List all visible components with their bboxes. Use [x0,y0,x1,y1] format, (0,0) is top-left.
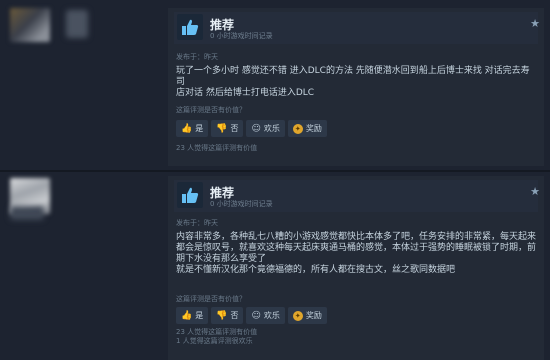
review-1: 推荐 0 小时游戏时间记录 ★ 发布于：昨天 玩了一个多小时 感觉还不错 进入D… [0,0,550,170]
funny-count: 1 人觉得这篇评测很欢乐 [176,337,253,345]
reviewer-profile[interactable] [10,178,160,220]
vote-yes-button[interactable]: 👍 是 [176,307,209,324]
vote-yes-button[interactable]: 👍 是 [176,120,209,137]
review-card: 推荐 0 小时游戏时间记录 ★ 发布于：昨天 内容非常多，各种乱七八糟的小游戏感… [168,176,544,360]
reviewer-name[interactable] [66,10,88,38]
award-label: 奖励 [305,311,322,320]
review-line: 玩了一个多小时 感觉还不错 进入DLC的方法 先随便潜水回到船上后博士来找 对话… [176,66,530,87]
thumbs-up-icon [177,182,203,208]
review-2: 推荐 0 小时游戏时间记录 ★ 发布于：昨天 内容非常多，各种乱七八糟的小游戏感… [0,172,550,360]
review-line: 店对话 然后给博士打电话进入DLC [176,88,315,98]
smiley-icon: ☺ [251,123,261,134]
reviewer-profile[interactable] [10,8,160,48]
review-line: 都会是惊叹号，就喜欢这种每天起床爽通马桶的感觉，本体过于强势的睡眠被锁了时期，前 [176,243,537,253]
hours-played: 0 小时游戏时间记录 [210,200,273,208]
vote-no-button[interactable]: 👎 否 [211,120,244,137]
smiley-icon: ☺ [251,310,261,321]
vote-buttons: 👍 是 👎 否 ☺ 欢乐 ✦ 奖励 [176,120,327,137]
thumbs-down-icon: 👎 [216,123,228,134]
thumbs-down-icon: 👎 [216,310,228,321]
award-button[interactable]: ✦ 奖励 [287,307,327,324]
helpful-count: 23 人觉得这篇评测有价值 [176,328,258,336]
star-icon[interactable]: ★ [530,17,540,30]
helpful-question: 这篇评测是否有价值？ [176,295,246,303]
award-button[interactable]: ✦ 奖励 [287,120,327,137]
vote-funny-button[interactable]: ☺ 欢乐 [246,307,285,324]
star-icon[interactable]: ★ [530,185,540,198]
reviewer-name[interactable] [10,206,44,220]
helpful-count: 23 人觉得这篇评测有价值 [176,144,258,152]
recommendation-header: 推荐 0 小时游戏时间记录 [174,180,538,212]
award-icon: ✦ [292,310,303,321]
vote-buttons: 👍 是 👎 否 ☺ 欢乐 ✦ 奖励 [176,307,327,324]
avatar[interactable] [10,8,50,42]
review-body: 玩了一个多小时 感觉还不错 进入DLC的方法 先随便潜水回到船上后博士来找 对话… [176,66,536,99]
vote-no-label: 否 [230,124,239,133]
thumbs-up-icon: 👍 [181,310,193,321]
award-icon: ✦ [292,123,303,134]
award-label: 奖励 [305,124,322,133]
thumbs-up-icon: 👍 [181,123,193,134]
review-line: 期下水没有那么享受了 [176,254,267,264]
posted-date: 发布于：昨天 [176,53,218,61]
vote-yes-label: 是 [195,124,204,133]
review-body: 内容非常多，各种乱七八糟的小游戏感觉都快比本体多了吧，任务安排的非常紧，每天起来… [176,232,536,276]
helpful-question: 这篇评测是否有价值？ [176,106,246,114]
review-line: 内容非常多，各种乱七八糟的小游戏感觉都快比本体多了吧，任务安排的非常紧，每天起来 [176,232,537,242]
vote-no-label: 否 [230,311,239,320]
vote-funny-button[interactable]: ☺ 欢乐 [246,120,285,137]
vote-funny-label: 欢乐 [263,124,280,133]
recommendation-header: 推荐 0 小时游戏时间记录 [174,12,538,44]
posted-date: 发布于：昨天 [176,219,218,227]
review-line: 就是不懂新汉化那个竟德福德的，所有人都在搜古文，丝之歌同数据吧 [176,265,456,275]
hours-played: 0 小时游戏时间记录 [210,32,273,40]
thumbs-up-icon [177,14,203,40]
review-card: 推荐 0 小时游戏时间记录 ★ 发布于：昨天 玩了一个多小时 感觉还不错 进入D… [168,8,544,166]
vote-no-button[interactable]: 👎 否 [211,307,244,324]
vote-funny-label: 欢乐 [263,311,280,320]
vote-yes-label: 是 [195,311,204,320]
